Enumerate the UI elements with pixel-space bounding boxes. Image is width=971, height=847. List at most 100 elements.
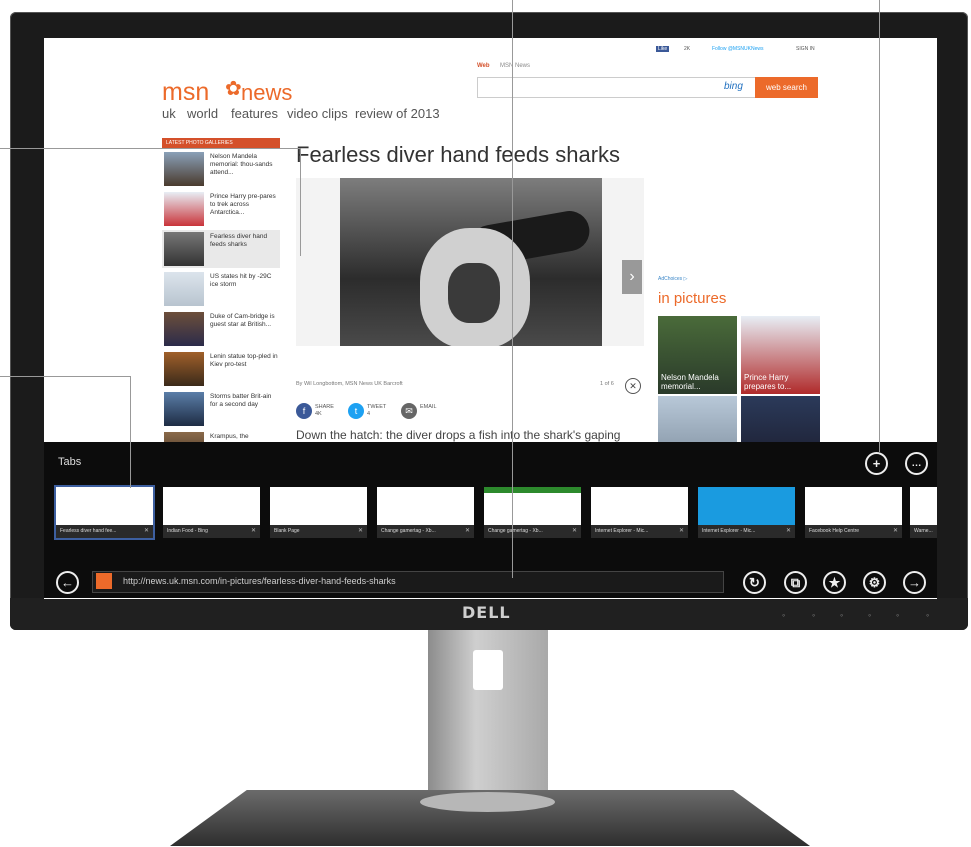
share-count: 4K [315, 411, 322, 417]
refresh-button[interactable]: ↻ [743, 571, 766, 594]
facebook-share-icon[interactable]: f [296, 403, 312, 419]
adchoices-label[interactable]: AdChoices ▷ [658, 276, 687, 282]
gallery-header: LATEST PHOTO GALLERIES [162, 138, 280, 148]
gallery-item-text: US states hit by -29C ice storm [210, 273, 272, 288]
gallery-item-text: Storms batter Brit-ain for a second day [210, 393, 272, 408]
gallery-thumbnail [164, 272, 204, 306]
tab-title: Warne... [910, 525, 937, 538]
nav-features[interactable]: features [231, 106, 278, 121]
msn-butterfly-icon: ✿ [225, 78, 242, 100]
callout-line [879, 0, 880, 452]
gallery-item[interactable]: Storms batter Brit-ain for a second day [162, 390, 280, 428]
bing-logo: bing [724, 81, 743, 92]
tab-title: Blank Page [270, 525, 367, 538]
tab-title: Internet Explorer - Mic... [698, 525, 795, 538]
tile-caption: Nelson Mandela memorial... [661, 373, 719, 391]
tweet-count: 4 [367, 411, 371, 417]
tab-thumbnail[interactable]: Blank Page ✕ [270, 487, 367, 538]
gallery-item-text: Nelson Mandela memorial: thou-sands atte… [210, 153, 273, 176]
tab-preview [377, 487, 474, 525]
tab-thumbnail[interactable]: Facebook Help Centre ✕ [805, 487, 902, 538]
monitor-button[interactable]: ◦ [840, 611, 850, 620]
close-tab-icon[interactable]: ✕ [144, 525, 149, 538]
email-label: EMAIL [420, 404, 437, 410]
new-tab-button[interactable]: + [865, 452, 888, 475]
facebook-like-button[interactable]: Like [656, 46, 670, 52]
forward-button[interactable]: → [903, 571, 926, 594]
tab-thumbnail-active[interactable]: Fearless diver hand fee... ✕ [54, 485, 155, 540]
nav-world[interactable]: world [187, 106, 218, 121]
tab-title: Indian Food - Bing [163, 525, 260, 538]
sign-in-link[interactable]: SIGN IN [796, 46, 815, 52]
page-tools-button[interactable]: ⚙ [863, 571, 886, 594]
nav-review-2013[interactable]: review of 2013 [355, 106, 440, 121]
tweet-label: TWEET 4 [367, 404, 386, 418]
gallery-item-active[interactable]: Fearless diver hand feeds sharks [162, 230, 280, 268]
close-icon[interactable]: ✕ [625, 378, 641, 394]
previous-image-preview[interactable] [296, 178, 340, 346]
shark-mouth [448, 263, 500, 323]
tab-preview [270, 487, 367, 525]
tabs-label: Tabs [58, 456, 82, 468]
monitor-button[interactable]: ◦ [782, 611, 792, 620]
nav-uk[interactable]: uk [162, 106, 176, 121]
tab-thumbnail-partial[interactable]: Warne... [910, 487, 937, 538]
gallery-item[interactable]: Lenin statue top-pled in Kiev pro-test [162, 350, 280, 388]
next-arrow-icon[interactable]: › [622, 260, 642, 294]
callout-line [0, 148, 300, 149]
tab-preview [484, 487, 581, 525]
pin-button[interactable]: ⧉ [784, 571, 807, 594]
site-favicon-icon [96, 573, 112, 589]
close-tab-icon[interactable]: ✕ [358, 525, 363, 538]
in-pictures-tile[interactable]: Nelson Mandela memorial... [658, 316, 737, 394]
tweet-text: TWEET [367, 404, 387, 410]
close-tab-icon[interactable]: ✕ [251, 525, 256, 538]
close-tab-icon[interactable]: ✕ [465, 525, 470, 538]
article-byline: By Wil Longbottom, MSN News UK Barcroft [296, 381, 403, 387]
gallery-item-text: Prince Harry pre-pares to trek across An… [210, 193, 276, 216]
web-search-button[interactable]: web search [755, 77, 818, 98]
share-text: SHARE [315, 404, 334, 410]
tab-thumbnail[interactable]: Change gamertag - Xb... ✕ [377, 487, 474, 538]
monitor-button[interactable]: ◦ [896, 611, 906, 620]
callout-line [0, 376, 130, 377]
search-tab-web[interactable]: Web [477, 63, 490, 69]
tab-preview [591, 487, 688, 525]
share-label: SHARE 4K [315, 404, 334, 418]
monitor-button[interactable]: ◦ [868, 611, 878, 620]
tab-title: Change gamertag - Xb... [377, 525, 474, 538]
msn-logo[interactable]: msn [162, 78, 209, 107]
favorites-button[interactable]: ★ [823, 571, 846, 594]
gallery-item[interactable]: Duke of Cam-bridge is guest star at Brit… [162, 310, 280, 348]
tab-thumbnail[interactable]: Change gamertag - Xb... ✕ [484, 487, 581, 538]
gallery-item[interactable]: Nelson Mandela memorial: thou-sands atte… [162, 150, 280, 188]
twitter-share-icon[interactable]: t [348, 403, 364, 419]
gallery-item[interactable]: Prince Harry pre-pares to trek across An… [162, 190, 280, 228]
search-input[interactable] [477, 77, 757, 98]
email-icon[interactable]: ✉ [401, 403, 417, 419]
tab-thumbnail[interactable]: Internet Explorer - Mic... ✕ [591, 487, 688, 538]
monitor-button[interactable]: ◦ [812, 611, 822, 620]
back-button[interactable]: ← [56, 571, 79, 594]
close-tab-icon[interactable]: ✕ [893, 525, 898, 538]
close-tab-icon[interactable]: ✕ [786, 525, 791, 538]
gallery-item[interactable]: US states hit by -29C ice storm [162, 270, 280, 308]
tab-options-button[interactable]: … [905, 452, 928, 475]
close-tab-icon[interactable]: ✕ [679, 525, 684, 538]
in-pictures-tile[interactable]: Prince Harry prepares to... [741, 316, 820, 394]
twitter-follow-button[interactable]: Follow @MSNUKNews [712, 46, 763, 52]
gallery-thumbnail [164, 352, 204, 386]
news-logo[interactable]: news [241, 80, 292, 106]
tab-thumbnail[interactable]: Indian Food - Bing ✕ [163, 487, 260, 538]
search-tab-news[interactable]: MSN News [500, 63, 530, 69]
monitor-power-button[interactable]: ◦ [926, 611, 936, 620]
tile-caption: Prince Harry prepares to... [744, 373, 792, 391]
nav-video-clips[interactable]: video clips [287, 106, 348, 121]
callout-line [512, 0, 513, 578]
url-text[interactable]: http://news.uk.msn.com/in-pictures/fearl… [123, 576, 396, 586]
tab-title: Internet Explorer - Mic... [591, 525, 688, 538]
close-tab-icon[interactable]: ✕ [572, 525, 577, 538]
tab-thumbnail[interactable]: Internet Explorer - Mic... ✕ [698, 487, 795, 538]
article-title: Fearless diver hand feeds sharks [296, 142, 621, 167]
tab-preview [805, 487, 902, 525]
